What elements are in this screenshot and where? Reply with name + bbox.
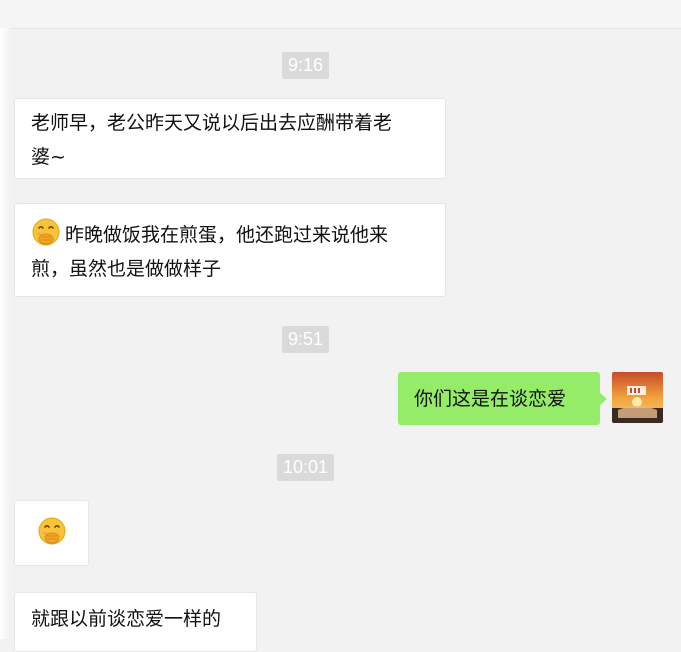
- face-with-hand-over-mouth-icon: [38, 517, 66, 545]
- incoming-message[interactable]: [14, 500, 89, 566]
- timestamp: 9:16: [282, 52, 330, 79]
- message-text: 你们这是在谈恋爱: [414, 388, 567, 410]
- message-text: 就跟以前谈恋爱一样的: [31, 608, 222, 630]
- message-text-line: 婆~: [31, 146, 66, 168]
- incoming-message[interactable]: 老师早，老公昨天又说以后出去应酬带着老 婆~: [14, 98, 446, 179]
- window-top-bar: [0, 0, 681, 29]
- left-edge-shade: [0, 28, 10, 639]
- timestamp: 10:01: [277, 454, 335, 481]
- outgoing-message[interactable]: 你们这是在谈恋爱: [398, 372, 607, 425]
- message-text: 昨晚做饭我在煎蛋，他还跑过来说他来: [65, 224, 389, 246]
- incoming-message[interactable]: 就跟以前谈恋爱一样的: [14, 592, 257, 652]
- face-with-hand-over-mouth-icon: [32, 218, 60, 246]
- incoming-message[interactable]: 昨晚做饭我在煎蛋，他还跑过来说他来 煎，虽然也是做做样子: [14, 203, 446, 297]
- message-text-line: 昨晚做饭我在煎蛋，他还跑过来说他来: [31, 217, 429, 252]
- avatar-image: [612, 372, 663, 423]
- message-text-line: 煎，虽然也是做做样子: [31, 258, 222, 280]
- message-text-line: 老师早，老公昨天又说以后出去应酬带着老: [31, 112, 393, 134]
- avatar[interactable]: [612, 372, 663, 423]
- timestamp: 9:51: [282, 326, 330, 353]
